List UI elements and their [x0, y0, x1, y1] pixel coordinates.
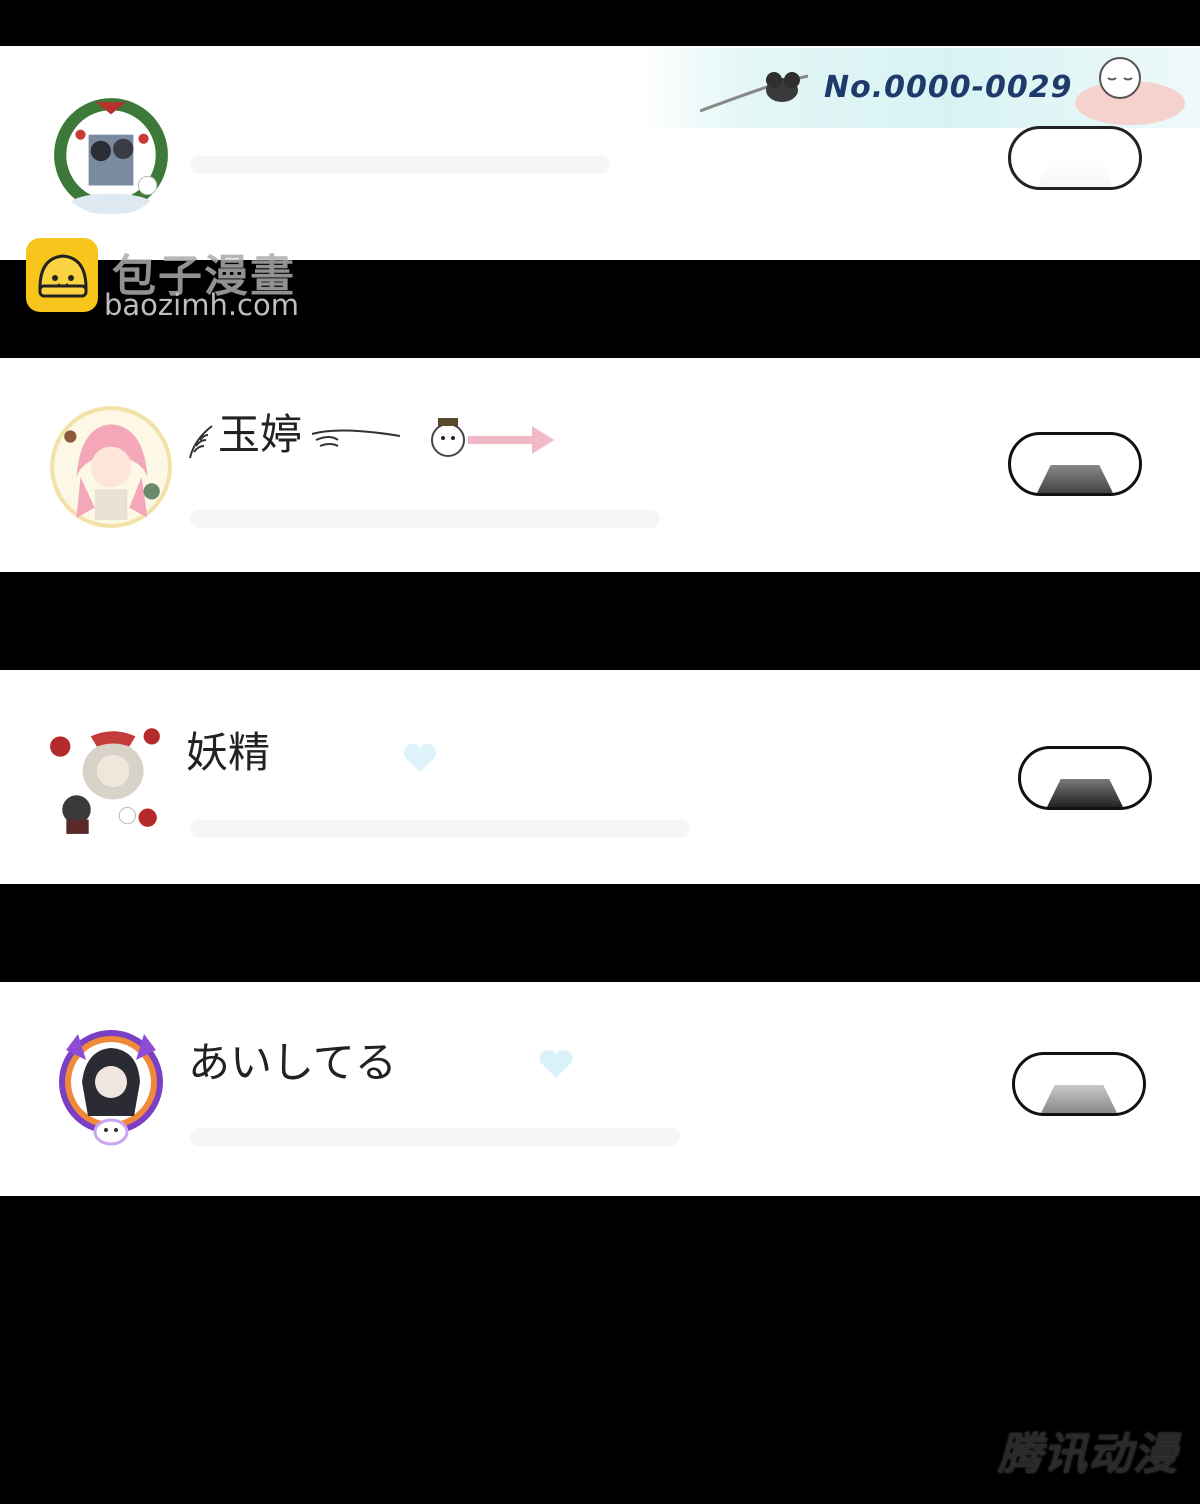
action-toggle-4[interactable] [1012, 1052, 1146, 1116]
user-card-4: あいしてる [0, 982, 1200, 1196]
snowman-arrow-icon [431, 418, 554, 457]
christmas-wreath-avatar-icon [50, 94, 172, 216]
faint-subtitle [190, 510, 660, 528]
badge-number: No.0000-0029 [824, 70, 1073, 105]
faint-heart-icon [403, 744, 437, 772]
sleeping-character-icon [1075, 57, 1185, 125]
purple-frame-avatar-icon [46, 1020, 176, 1150]
user-name-4: あいしてる [188, 1038, 397, 1087]
pill-toggle-icon [1047, 779, 1123, 807]
feather-icon [189, 425, 213, 459]
user-name-3: 妖精 [186, 728, 271, 777]
wind-swirl-icon [311, 429, 401, 447]
user-card-1: No.0000-0029 [0, 46, 1200, 260]
avatar-3[interactable] [46, 716, 168, 838]
pink-hair-girl-avatar-icon [50, 406, 172, 528]
site-logo-url: baozimh.com [104, 288, 299, 322]
faint-subtitle [190, 820, 690, 838]
avatar-2[interactable] [50, 406, 172, 528]
pill-toggle-icon [1041, 1085, 1117, 1113]
ink-bird-branch-icon [700, 72, 809, 113]
action-toggle-3[interactable] [1018, 746, 1152, 810]
faint-heart-icon [539, 1050, 573, 1078]
user-card-3: 妖精 [0, 670, 1200, 884]
faint-subtitle [190, 156, 610, 174]
user-card-2: 玉婷 [0, 358, 1200, 572]
bun-face-icon [38, 254, 88, 298]
avatar-4[interactable] [46, 1020, 176, 1150]
pill-toggle-icon [1037, 159, 1113, 187]
action-toggle-1[interactable] [1008, 126, 1142, 190]
pill-toggle-icon [1037, 465, 1113, 493]
avatar-1[interactable] [50, 94, 172, 216]
publisher-watermark: 腾讯动漫 [998, 1429, 1178, 1480]
user-name-2: 玉婷 [218, 410, 303, 459]
rose-couple-avatar-icon [46, 716, 168, 838]
action-toggle-2[interactable] [1008, 432, 1142, 496]
faint-subtitle [190, 1128, 680, 1146]
